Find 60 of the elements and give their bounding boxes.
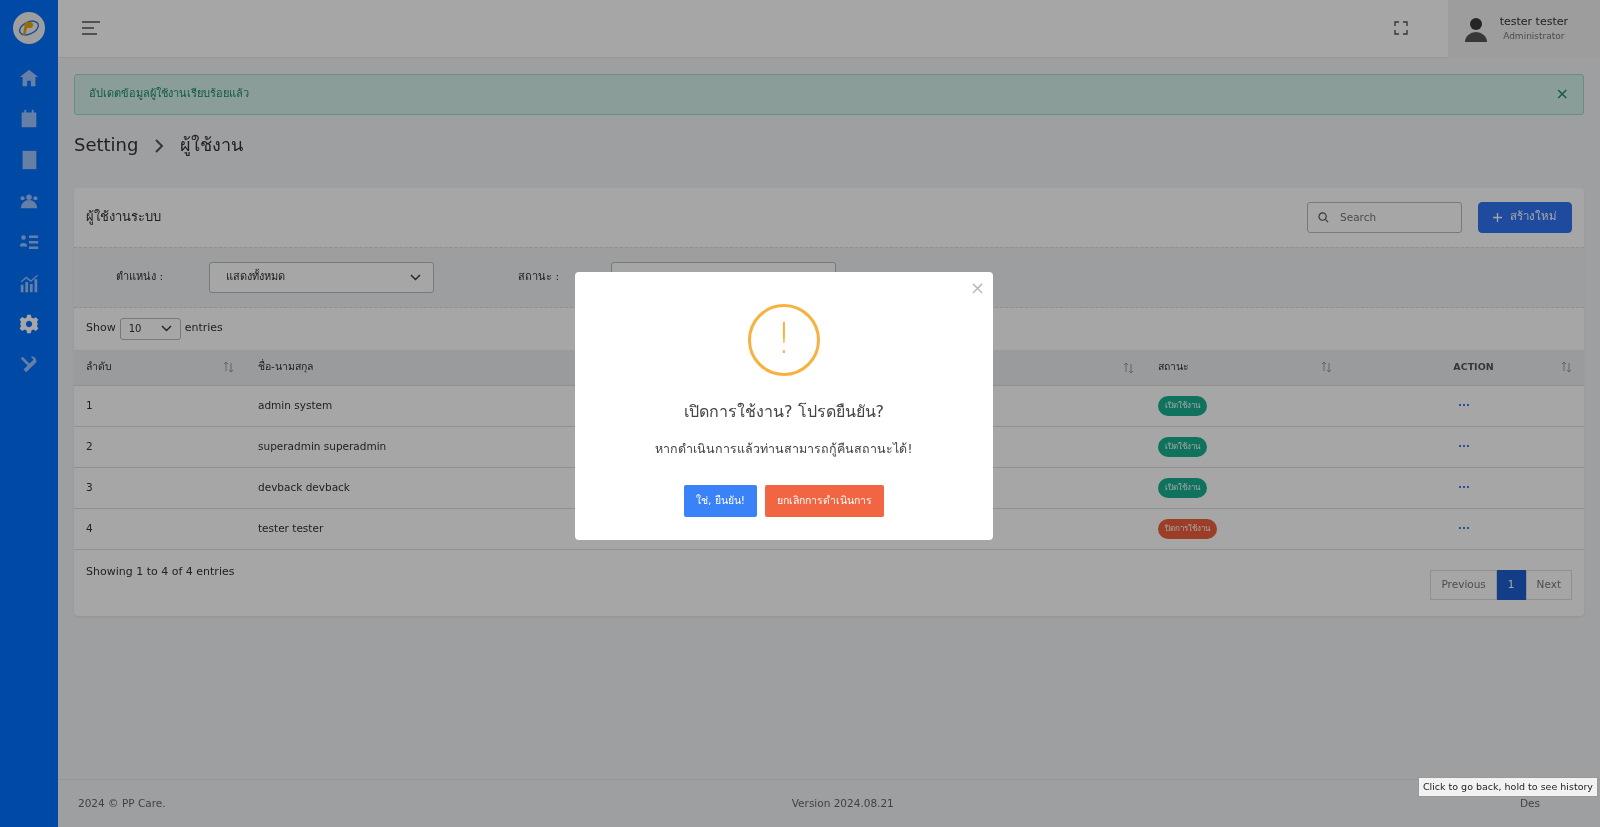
- table-cell: 3: [74, 467, 246, 509]
- user-name: tester tester: [1499, 13, 1568, 30]
- page-button[interactable]: Previous: [1430, 570, 1497, 600]
- column-header[interactable]: ชื่อ-นามสกุล: [258, 360, 313, 373]
- avatar-icon[interactable]: [1463, 15, 1488, 42]
- status-badge: ปิดการใช้งาน: [1158, 519, 1217, 539]
- page-button[interactable]: 1: [1496, 570, 1526, 600]
- column-header[interactable]: ACTION: [1453, 361, 1494, 373]
- create-button[interactable]: สร้างใหม่: [1478, 201, 1572, 233]
- page-title: ผู้ใช้งาน: [180, 132, 244, 158]
- tooltip: Click to go back, hold to see history: [1417, 776, 1598, 797]
- plus-icon: [1493, 212, 1502, 222]
- column-header[interactable]: สถานะ: [1158, 360, 1189, 373]
- page-length-select[interactable]: 10: [119, 317, 181, 340]
- more-button[interactable]: ···: [1458, 481, 1470, 494]
- table-cell: devback devback: [246, 467, 566, 509]
- table-cell: 1: [74, 385, 246, 427]
- alert-text: อัปเดตข้อมูลผู้ใช้งานเรียบร้อยแล้ว: [89, 86, 249, 102]
- menu-icon[interactable]: [82, 20, 100, 37]
- sort-icon[interactable]: [223, 359, 234, 375]
- filter-label: ตำแหน่ง :: [115, 268, 165, 285]
- table-cell: tester tester: [246, 508, 566, 550]
- table-cell: admin system: [246, 385, 566, 427]
- close-button[interactable]: ×: [969, 274, 985, 301]
- more-button[interactable]: ···: [1458, 440, 1470, 453]
- more-button[interactable]: ···: [1458, 399, 1470, 412]
- sort-icon[interactable]: [1321, 359, 1332, 375]
- cancel-button[interactable]: ยกเลิกการดำเนินการ: [764, 484, 884, 517]
- page-button[interactable]: Next: [1525, 570, 1572, 600]
- filter-select[interactable]: แสดงทั้งหมด: [209, 261, 434, 293]
- status-badge: เปิดใช้งาน: [1158, 478, 1207, 498]
- version-text: Version 2024.08.21: [791, 795, 894, 811]
- filter-label: สถานะ :: [517, 268, 561, 285]
- chevron-down-icon: [160, 325, 172, 332]
- entries-info: Showing 1 to 4 of 4 entries: [86, 564, 235, 580]
- search-icon: [1318, 211, 1329, 223]
- status-badge: เปิดใช้งาน: [1158, 437, 1207, 457]
- more-button[interactable]: ···: [1458, 522, 1470, 535]
- modal-title: เปิดการใช้งาน? โปรดยืนยัน?: [682, 401, 886, 423]
- copyright-text: 2024 © PP Care.: [78, 795, 166, 811]
- chevron-down-icon: [410, 273, 421, 281]
- confirm-button[interactable]: ใช่, ยืนยัน!: [684, 484, 757, 517]
- footer-text: Des: [1520, 795, 1540, 811]
- fullscreen-icon[interactable]: [1393, 20, 1408, 37]
- sort-icon[interactable]: [1561, 359, 1572, 375]
- table-cell: 4: [74, 508, 246, 550]
- table-cell: superadmin superadmin: [246, 426, 566, 468]
- show-label: Show: [86, 320, 116, 337]
- table-cell: 2: [74, 426, 246, 468]
- user-role: Administrator: [1502, 30, 1566, 43]
- modal-message: หากดำเนินการแล้วท่านสามารถกู้คืนสถานะได้!: [654, 440, 914, 459]
- warning-icon: !: [748, 304, 820, 376]
- close-button[interactable]: ×: [1555, 86, 1569, 103]
- column-header[interactable]: ลำดับ: [86, 360, 112, 373]
- logo-icon: [13, 12, 45, 44]
- search-field[interactable]: Search: [1307, 201, 1462, 233]
- status-badge: เปิดใช้งาน: [1158, 396, 1207, 416]
- entries-label: entries: [184, 320, 223, 337]
- breadcrumb-link[interactable]: Setting: [74, 130, 139, 158]
- card-title: ผู้ใช้งานระบบ: [86, 208, 161, 227]
